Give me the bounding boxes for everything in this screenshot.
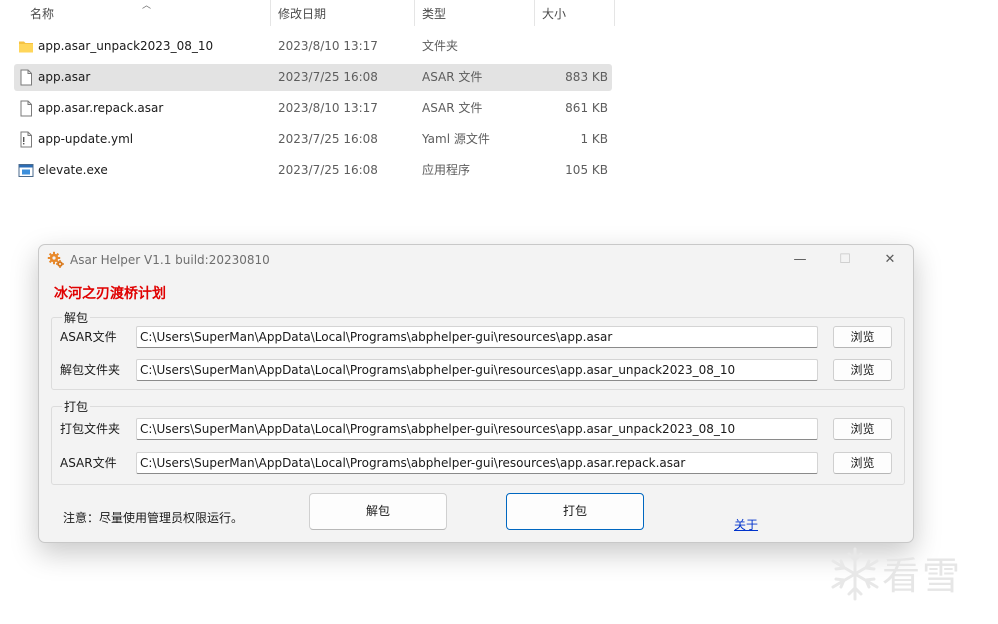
admin-note: 注意：尽量使用管理员权限运行。 (63, 511, 244, 525)
maximize-button[interactable]: ☐ (822, 245, 868, 275)
sort-ascending-icon: ︿ (142, 1, 152, 11)
file-name: app.asar_unpack2023_08_10 (38, 39, 214, 53)
file-name: app-update.yml (38, 132, 134, 146)
minimize-icon: — (793, 252, 807, 267)
file-name: app.asar.repack.asar (38, 101, 164, 115)
file-type: 文件夹 (422, 39, 459, 53)
column-divider[interactable] (414, 0, 415, 26)
pack-folder-label: 打包文件夹 (60, 422, 121, 436)
file-modified: 2023/8/10 13:17 (278, 39, 378, 53)
file-name: app.asar (38, 70, 91, 84)
unpack-folder-label: 解包文件夹 (60, 363, 121, 377)
column-header-type[interactable]: 类型 (422, 0, 446, 28)
file-icon (20, 100, 32, 117)
unpack-group-title: 解包 (62, 309, 91, 326)
minimize-button[interactable]: — (777, 245, 823, 275)
file-row[interactable]: app.asar.repack.asar 2023/8/10 13:17 ASA… (14, 95, 612, 122)
column-divider[interactable] (534, 0, 535, 26)
pack-asar-browse-button[interactable]: 浏览 (833, 452, 892, 474)
column-divider[interactable] (614, 0, 615, 26)
pack-button[interactable]: 打包 (506, 493, 644, 530)
file-icon (20, 69, 32, 86)
file-modified: 2023/7/25 16:08 (278, 132, 378, 146)
app-heading: 冰河之刃渡桥计划 (54, 286, 166, 302)
maximize-icon: ☐ (839, 252, 851, 267)
file-row[interactable]: app.asar 2023/7/25 16:08 ASAR 文件 883 KB (14, 64, 612, 91)
unpack-folder-path-input[interactable] (136, 359, 818, 381)
file-modified: 2023/7/25 16:08 (278, 163, 378, 177)
unpack-asar-path-input[interactable] (136, 326, 818, 348)
title-bar[interactable]: Asar Helper V1.1 build:20230810 — ☐ ✕ (39, 245, 913, 275)
column-header-modified[interactable]: 修改日期 (278, 0, 326, 28)
close-icon: ✕ (884, 252, 896, 267)
file-modified: 2023/8/10 13:17 (278, 101, 378, 115)
gears-icon (47, 251, 64, 268)
file-row[interactable]: app.asar_unpack2023_08_10 2023/8/10 13:1… (14, 33, 612, 60)
file-explorer-list: ︿ 名称 修改日期 类型 大小 app.asar_unpack2023_08_1… (0, 0, 620, 200)
pack-folder-path-input[interactable] (136, 418, 818, 440)
file-size: 105 KB (565, 163, 608, 177)
column-divider[interactable] (270, 0, 271, 26)
unpack-asar-label: ASAR文件 (60, 330, 117, 344)
file-type: Yaml 源文件 (422, 132, 490, 146)
column-header-size[interactable]: 大小 (542, 0, 566, 28)
pack-folder-browse-button[interactable]: 浏览 (833, 418, 892, 440)
file-modified: 2023/7/25 16:08 (278, 70, 378, 84)
file-size: 883 KB (565, 70, 608, 84)
exe-icon (18, 164, 34, 177)
folder-icon (19, 41, 33, 53)
yaml-icon (20, 131, 32, 148)
file-size: 861 KB (565, 101, 608, 115)
pack-group-title: 打包 (62, 398, 91, 415)
about-link[interactable]: 关于 (734, 516, 758, 533)
unpack-folder-browse-button[interactable]: 浏览 (833, 359, 892, 381)
close-button[interactable]: ✕ (867, 245, 913, 275)
file-size: 1 KB (580, 132, 608, 146)
snowflake-icon (831, 547, 879, 601)
kanxue-watermark: 看雪 (826, 545, 986, 605)
file-row[interactable]: app-update.yml 2023/7/25 16:08 Yaml 源文件 … (14, 126, 612, 153)
file-type: ASAR 文件 (422, 101, 483, 115)
pack-asar-path-input[interactable] (136, 452, 818, 474)
file-name: elevate.exe (38, 163, 108, 177)
window-title: Asar Helper V1.1 build:20230810 (70, 253, 270, 267)
asar-helper-window: Asar Helper V1.1 build:20230810 — ☐ ✕ 冰河… (38, 244, 914, 543)
column-header-name[interactable]: 名称 (30, 0, 54, 28)
pack-asar-label: ASAR文件 (60, 456, 117, 470)
file-type: ASAR 文件 (422, 70, 483, 84)
unpack-button[interactable]: 解包 (309, 493, 447, 530)
unpack-asar-browse-button[interactable]: 浏览 (833, 326, 892, 348)
watermark-text: 看雪 (882, 554, 963, 598)
file-type: 应用程序 (422, 163, 471, 177)
file-row[interactable]: elevate.exe 2023/7/25 16:08 应用程序 105 KB (14, 157, 612, 184)
